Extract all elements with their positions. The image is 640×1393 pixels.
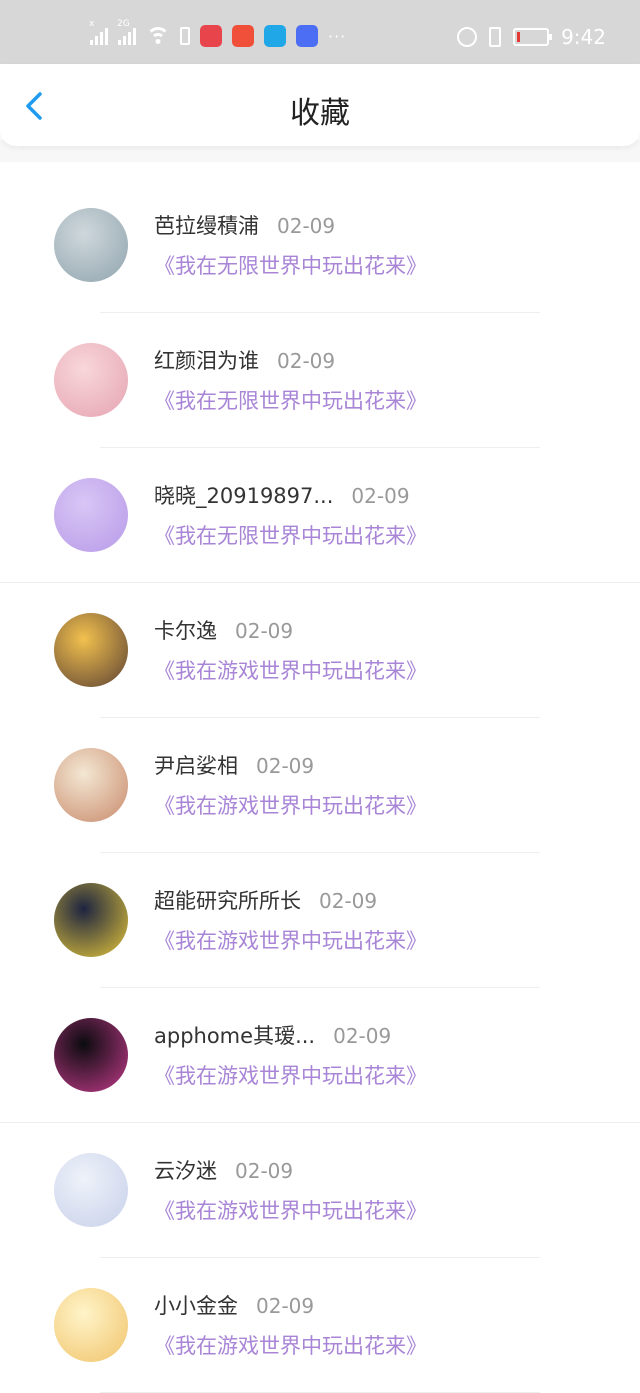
favorite-item[interactable]: 云汐迷 02-09 《我在游戏世界中玩出花来》 (0, 1123, 640, 1258)
book-title-link[interactable]: 《我在游戏世界中玩出花来》 (154, 925, 427, 955)
favorite-date: 02-09 (319, 889, 378, 913)
favorite-meta: 尹启娑相 02-09 (154, 750, 314, 780)
favorite-meta: 小小金金 02-09 (154, 1290, 314, 1320)
user-name[interactable]: 芭拉缦積浦 (154, 210, 259, 240)
favorite-item[interactable]: 小小金金 02-09 《我在游戏世界中玩出花来》 (0, 1258, 640, 1393)
favorite-date: 02-09 (277, 214, 336, 238)
favorite-meta: 卡尔逸 02-09 (154, 615, 293, 645)
status-time: 9:42 (561, 25, 606, 49)
user-name[interactable]: 尹启娑相 (154, 750, 238, 780)
wifi-icon (146, 27, 170, 45)
book-title-link[interactable]: 《我在游戏世界中玩出花来》 (154, 655, 427, 685)
book-title-link[interactable]: 《我在游戏世界中玩出花来》 (154, 1195, 427, 1225)
favorite-meta: 芭拉缦積浦 02-09 (154, 210, 335, 240)
book-title-link[interactable]: 《我在游戏世界中玩出花来》 (154, 1330, 427, 1360)
favorite-item[interactable]: 芭拉缦積浦 02-09 《我在无限世界中玩出花来》 (0, 178, 640, 313)
page-title: 收藏 (290, 96, 350, 131)
user-name[interactable]: 小小金金 (154, 1290, 238, 1320)
user-name[interactable]: 超能研究所所长 (154, 885, 301, 915)
user-name[interactable]: 晓晓_20919897... (154, 480, 333, 510)
user-name[interactable]: 云汐迷 (154, 1155, 217, 1185)
avatar[interactable] (54, 343, 128, 417)
favorite-meta: 云汐迷 02-09 (154, 1155, 293, 1185)
favorite-date: 02-09 (333, 1024, 392, 1048)
favorites-list: 芭拉缦積浦 02-09 《我在无限世界中玩出花来》 红颜泪为谁 02-09 《我在无限世界… (0, 178, 640, 1393)
avatar[interactable] (54, 208, 128, 282)
status-icons-right: 9:42 (457, 22, 606, 52)
app-notification-icon (264, 25, 286, 47)
book-title-link[interactable]: 《我在无限世界中玩出花来》 (154, 520, 427, 550)
avatar[interactable] (54, 748, 128, 822)
avatar[interactable] (54, 883, 128, 957)
avatar[interactable] (54, 478, 128, 552)
more-notifications-icon: ··· (328, 26, 347, 46)
favorite-meta: apphome其瑷... 02-09 (154, 1020, 391, 1050)
book-title-link[interactable]: 《我在无限世界中玩出花来》 (154, 250, 427, 280)
user-name[interactable]: apphome其瑷... (154, 1020, 315, 1050)
signal-strength-icon: x (89, 19, 108, 45)
favorite-date: 02-09 (256, 754, 315, 778)
signal-strength-icon: 2G (117, 19, 136, 45)
app-notification-icon (200, 25, 222, 47)
favorite-meta: 超能研究所所长 02-09 (154, 885, 377, 915)
book-title-link[interactable]: 《我在游戏世界中玩出花来》 (154, 1060, 427, 1090)
avatar[interactable] (54, 613, 128, 687)
avatar[interactable] (54, 1153, 128, 1227)
favorite-item[interactable]: 红颜泪为谁 02-09 《我在无限世界中玩出花来》 (0, 313, 640, 448)
favorite-date: 02-09 (351, 484, 410, 508)
favorite-item[interactable]: 超能研究所所长 02-09 《我在游戏世界中玩出花来》 (0, 853, 640, 988)
user-name[interactable]: 卡尔逸 (154, 615, 217, 645)
book-title-link[interactable]: 《我在无限世界中玩出花来》 (154, 385, 427, 415)
favorite-item[interactable]: apphome其瑷... 02-09 《我在游戏世界中玩出花来》 (0, 988, 640, 1123)
status-bar: x 2G ··· 9:42 (0, 0, 640, 64)
user-name[interactable]: 红颜泪为谁 (154, 345, 259, 375)
network-type-label: 2G (117, 19, 130, 29)
vibrate-icon (489, 27, 502, 47)
favorite-meta: 晓晓_20919897... 02-09 (154, 480, 410, 510)
avatar[interactable] (54, 1288, 128, 1362)
alarm-icon (457, 27, 478, 47)
battery-icon (513, 28, 553, 46)
app-notification-icon (232, 25, 254, 47)
favorite-meta: 红颜泪为谁 02-09 (154, 345, 335, 375)
navigation-header: 收藏 (0, 64, 640, 146)
favorite-item[interactable]: 卡尔逸 02-09 《我在游戏世界中玩出花来》 (0, 583, 640, 718)
book-title-link[interactable]: 《我在游戏世界中玩出花来》 (154, 790, 427, 820)
status-icons-left: x 2G ··· (89, 19, 347, 50)
favorite-date: 02-09 (235, 1159, 294, 1183)
favorite-date: 02-09 (235, 619, 294, 643)
favorite-item[interactable]: 尹启娑相 02-09 《我在游戏世界中玩出花来》 (0, 718, 640, 853)
favorite-date: 02-09 (277, 349, 336, 373)
avatar[interactable] (54, 1018, 128, 1092)
battery-saver-icon (180, 27, 190, 45)
favorite-date: 02-09 (256, 1294, 315, 1318)
signal-tag: x (89, 19, 95, 29)
music-app-icon (296, 25, 318, 47)
favorite-item[interactable]: 晓晓_20919897... 02-09 《我在无限世界中玩出花来》 (0, 448, 640, 583)
